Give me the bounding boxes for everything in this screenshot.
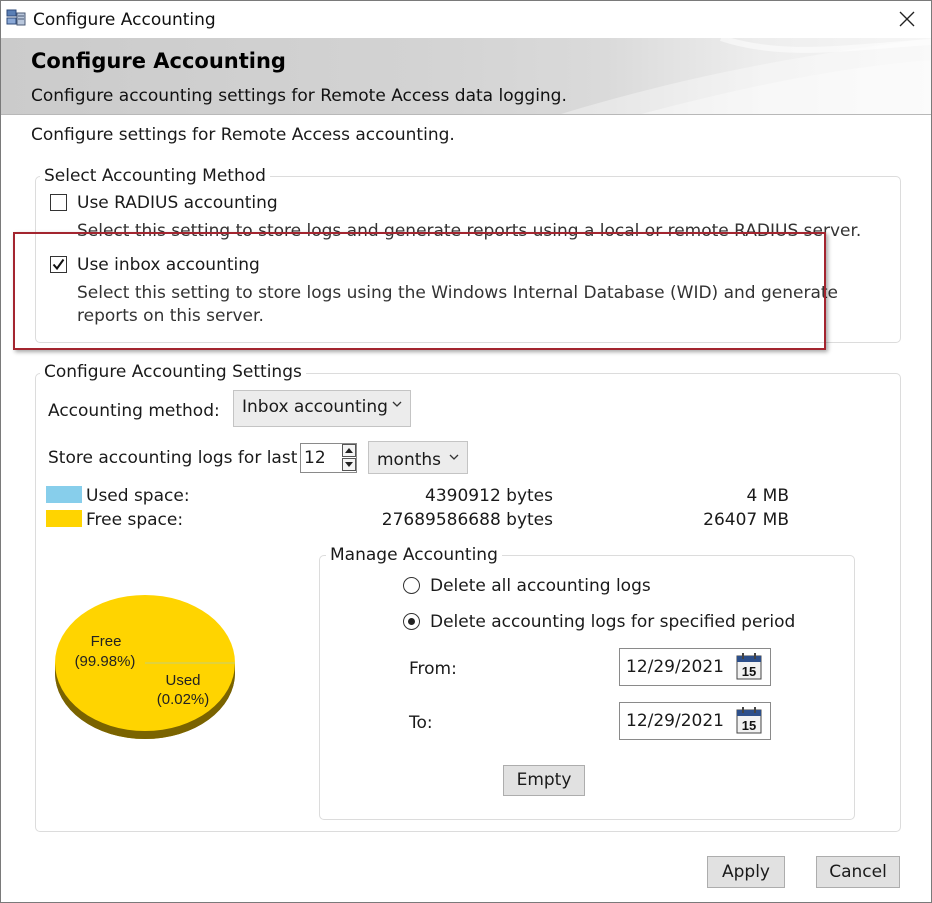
from-label: From: xyxy=(409,659,457,679)
from-date-picker[interactable]: 12/29/2021 15 xyxy=(619,648,771,686)
configure-accounting-dialog: Configure Accounting Configure Accountin… xyxy=(0,0,932,903)
spin-up-button[interactable] xyxy=(342,444,356,457)
delete-all-label: Delete all accounting logs xyxy=(430,576,651,596)
triangle-down-icon xyxy=(345,462,353,467)
calendar-icon[interactable]: 15 xyxy=(736,653,762,680)
calendar-day: 15 xyxy=(742,718,756,733)
used-space-mb: 4 MB xyxy=(746,486,789,506)
manage-accounting-legend: Manage Accounting xyxy=(326,545,502,565)
empty-button[interactable]: Empty xyxy=(503,765,585,796)
to-date-value: 12/29/2021 xyxy=(626,711,724,731)
chevron-down-icon xyxy=(449,454,459,460)
close-icon[interactable] xyxy=(895,7,919,31)
header-banner: Configure Accounting Configure accountin… xyxy=(1,38,931,115)
title-bar: Configure Accounting xyxy=(1,1,931,38)
space-pie-chart: Free (99.98%) Used (0.02%) xyxy=(55,595,235,739)
accounting-method-dropdown[interactable]: Inbox accounting xyxy=(233,390,411,427)
from-date-value: 12/29/2021 xyxy=(626,657,724,677)
free-space-bytes: 27689586688 bytes xyxy=(381,510,553,530)
free-space-mb: 26407 MB xyxy=(703,510,789,530)
pie-label-used: Used xyxy=(165,672,200,689)
chevron-down-icon xyxy=(392,401,402,407)
highlight-box xyxy=(13,232,826,350)
accounting-settings-legend: Configure Accounting Settings xyxy=(40,362,306,382)
delete-period-label: Delete accounting logs for specified per… xyxy=(430,612,796,632)
banner-subtitle: Configure accounting settings for Remote… xyxy=(31,86,567,106)
used-space-bytes: 4390912 bytes xyxy=(425,486,553,506)
free-space-swatch xyxy=(46,510,82,527)
spin-down-button[interactable] xyxy=(342,458,356,471)
triangle-up-icon xyxy=(345,448,353,453)
pie-label-free-pct: (99.98%) xyxy=(75,653,136,670)
intro-text: Configure settings for Remote Access acc… xyxy=(31,125,455,145)
period-unit-value: months xyxy=(377,450,442,470)
pie-label-used-pct: (0.02%) xyxy=(157,691,210,708)
store-logs-value: 12 xyxy=(304,448,326,468)
to-label: To: xyxy=(409,713,433,733)
delete-all-radio[interactable] xyxy=(403,577,420,594)
accounting-method-label: Accounting method: xyxy=(48,401,220,421)
accounting-method-legend: Select Accounting Method xyxy=(40,166,270,186)
window-title: Configure Accounting xyxy=(33,10,216,30)
used-space-swatch xyxy=(46,486,82,503)
calendar-icon[interactable]: 15 xyxy=(736,707,762,734)
network-server-icon xyxy=(6,9,26,26)
spinner-buttons xyxy=(342,444,356,472)
banner-heading: Configure Accounting xyxy=(31,49,286,73)
radius-label: Use RADIUS accounting xyxy=(77,193,278,213)
period-unit-dropdown[interactable]: months xyxy=(368,441,468,474)
to-date-picker[interactable]: 12/29/2021 15 xyxy=(619,702,771,740)
pie-label-free: Free xyxy=(91,633,122,650)
calendar-day: 15 xyxy=(742,664,756,679)
store-logs-label: Store accounting logs for last xyxy=(48,448,298,468)
radio-selected-dot xyxy=(408,618,415,625)
delete-period-radio[interactable] xyxy=(403,613,420,630)
apply-button[interactable]: Apply xyxy=(707,856,785,888)
radius-checkbox[interactable] xyxy=(50,194,67,211)
accounting-method-value: Inbox accounting xyxy=(242,397,388,417)
used-space-label: Used space: xyxy=(86,486,190,506)
cancel-button[interactable]: Cancel xyxy=(816,856,900,888)
free-space-label: Free space: xyxy=(86,510,184,530)
